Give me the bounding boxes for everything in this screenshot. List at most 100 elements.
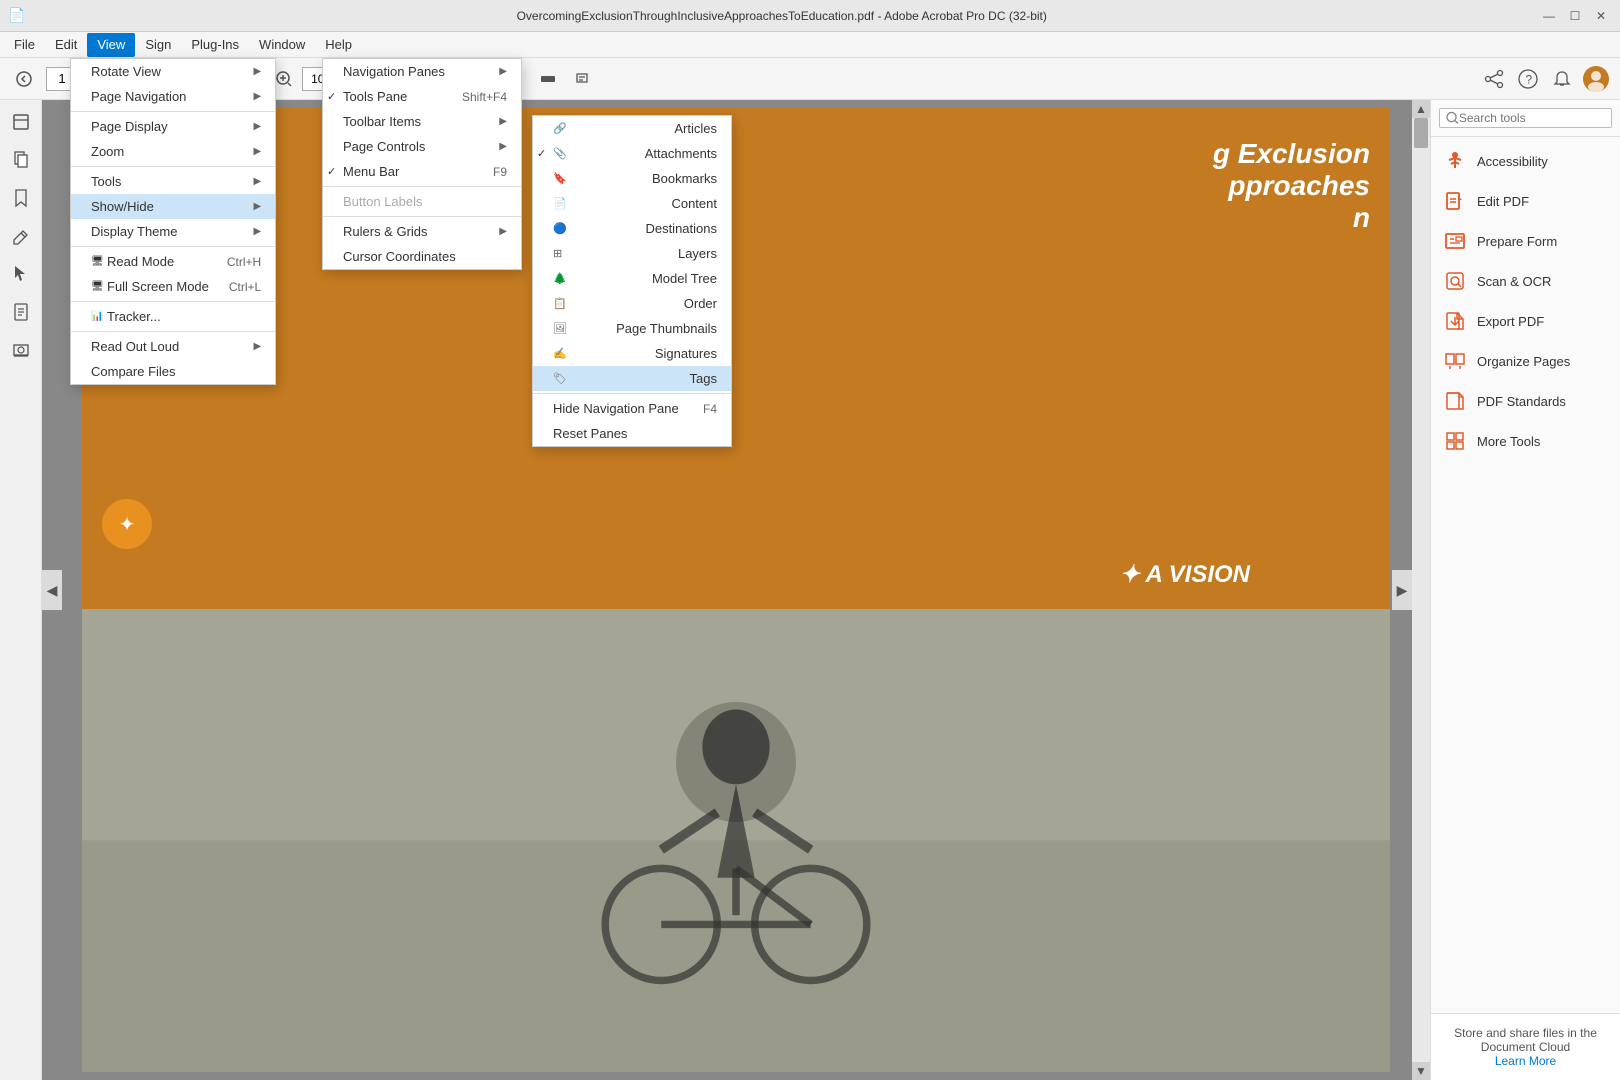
navpane-destinations[interactable]: 🔵 Destinations: [533, 216, 731, 241]
minimize-button[interactable]: —: [1538, 5, 1560, 27]
showhide-page-controls[interactable]: Page Controls ▶: [323, 134, 521, 159]
tool-organize-pages-label: Organize Pages: [1477, 354, 1570, 369]
left-sidebar: [0, 100, 42, 1080]
search-tools-input[interactable]: [1459, 111, 1605, 125]
pdf-bottom-section: [82, 609, 1390, 1072]
tool-edit-pdf[interactable]: Edit PDF: [1431, 181, 1620, 221]
navpane-model-tree[interactable]: 🌲 Model Tree: [533, 266, 731, 291]
footer-line2: Document Cloud: [1443, 1040, 1608, 1054]
view-menu-page-nav[interactable]: Page Navigation ▶: [71, 84, 275, 109]
menu-view[interactable]: View: [87, 33, 135, 57]
share-btn[interactable]: [1478, 63, 1510, 95]
view-menu-read-loud[interactable]: Read Out Loud ▶: [71, 334, 275, 359]
nav-arrow-left[interactable]: ◀: [42, 570, 62, 610]
showhide-tools-pane[interactable]: ✓ Tools Pane Shift+F4: [323, 84, 521, 109]
tool-edit-pdf-label: Edit PDF: [1477, 194, 1529, 209]
tool-scan-ocr[interactable]: Scan & OCR: [1431, 261, 1620, 301]
showhide-toolbar-items[interactable]: Toolbar Items ▶: [323, 109, 521, 134]
pdf-standards-icon: [1443, 389, 1467, 413]
arrow-icon: ▶: [254, 66, 262, 77]
menu-sep-2: [323, 216, 521, 217]
navpane-hide[interactable]: Hide Navigation Pane F4: [533, 396, 731, 421]
tool-more-tools[interactable]: More Tools: [1431, 421, 1620, 461]
prepare-form-icon: [1443, 229, 1467, 253]
notification-btn[interactable]: [1546, 63, 1578, 95]
nav-panes-menu: 🔗 Articles ✓ 📎 Attachments 🔖 Bookmarks 📄…: [532, 115, 732, 447]
title-bar: 📄 OvercomingExclusionThroughInclusiveApp…: [0, 0, 1620, 32]
navpane-content[interactable]: 📄 Content: [533, 191, 731, 216]
profile-btn[interactable]: [1580, 63, 1612, 95]
search-tools-wrapper[interactable]: [1439, 108, 1612, 128]
navpane-page-thumbnails[interactable]: 🖼 Page Thumbnails: [533, 316, 731, 341]
stamp-btn[interactable]: [566, 63, 598, 95]
menu-edit[interactable]: Edit: [45, 33, 87, 57]
view-menu-tools[interactable]: Tools ▶: [71, 169, 275, 194]
scroll-up-btn[interactable]: ▲: [1412, 100, 1430, 118]
view-menu-compare[interactable]: Compare Files: [71, 359, 275, 384]
navpane-tags[interactable]: 🏷 Tags: [533, 366, 731, 391]
view-menu-page-display[interactable]: Page Display ▶: [71, 114, 275, 139]
sidebar-doc-btn[interactable]: [3, 294, 39, 330]
shortcut-text: F9: [493, 165, 507, 179]
nav-arrow-right[interactable]: ▶: [1392, 570, 1412, 610]
scroll-thumb[interactable]: [1414, 118, 1428, 148]
sidebar-pages-btn[interactable]: [3, 142, 39, 178]
view-menu-rotate[interactable]: Rotate View ▶: [71, 59, 275, 84]
view-menu-fullscreen[interactable]: 🖥 Full Screen Mode Ctrl+L: [71, 274, 275, 299]
showhide-menu-bar[interactable]: ✓ Menu Bar F9: [323, 159, 521, 184]
menu-sign[interactable]: Sign: [135, 33, 181, 57]
menu-window[interactable]: Window: [249, 33, 315, 57]
shortcut-text: Ctrl+H: [227, 255, 261, 269]
tool-export-pdf[interactable]: Export PDF: [1431, 301, 1620, 341]
view-menu-display-theme[interactable]: Display Theme ▶: [71, 219, 275, 244]
shortcut-text: Shift+F4: [462, 90, 507, 104]
sidebar-cursor-btn[interactable]: [3, 256, 39, 292]
nav-sep: [533, 393, 731, 394]
tool-accessibility[interactable]: Accessibility: [1431, 141, 1620, 181]
menu-sep: [323, 186, 521, 187]
view-menu-zoom[interactable]: Zoom ▶: [71, 139, 275, 164]
navpane-bookmarks[interactable]: 🔖 Bookmarks: [533, 166, 731, 191]
learn-more-link[interactable]: Learn More: [1495, 1054, 1556, 1068]
navpane-reset[interactable]: Reset Panes: [533, 421, 731, 446]
show-hide-menu: Navigation Panes ▶ ✓ Tools Pane Shift+F4…: [322, 58, 522, 270]
building-icon: [1270, 509, 1350, 589]
sidebar-bookmarks-btn[interactable]: [3, 180, 39, 216]
check-icon: ✓: [537, 147, 546, 160]
pdf-page: g Exclusion pproaches n ✦: [82, 108, 1390, 1072]
pdf-title-line3: n: [1213, 202, 1370, 234]
redact-btn[interactable]: [532, 63, 564, 95]
scroll-bar[interactable]: [1412, 118, 1430, 1062]
page-back-btn[interactable]: [8, 63, 40, 95]
arrow-icon: ▶: [254, 91, 262, 102]
navpane-order[interactable]: 📋 Order: [533, 291, 731, 316]
help-btn[interactable]: ?: [1512, 63, 1544, 95]
navpane-attachments[interactable]: ✓ 📎 Attachments: [533, 141, 731, 166]
navpane-layers[interactable]: ⊞ Layers: [533, 241, 731, 266]
menu-help[interactable]: Help: [315, 33, 362, 57]
window-title: OvercomingExclusionThroughInclusiveAppro…: [25, 9, 1538, 23]
view-menu-show-hide[interactable]: Show/Hide ▶: [71, 194, 275, 219]
navpane-articles[interactable]: 🔗 Articles: [533, 116, 731, 141]
menu-file[interactable]: File: [4, 33, 45, 57]
menu-plugins[interactable]: Plug-Ins: [181, 33, 249, 57]
tool-organize-pages[interactable]: Organize Pages: [1431, 341, 1620, 381]
tool-pdf-standards-label: PDF Standards: [1477, 394, 1566, 409]
navpane-signatures[interactable]: ✍ Signatures: [533, 341, 731, 366]
showhide-rulers-grids[interactable]: Rulers & Grids ▶: [323, 219, 521, 244]
sidebar-edit-btn[interactable]: [3, 218, 39, 254]
tool-prepare-form[interactable]: Prepare Form: [1431, 221, 1620, 261]
showhide-cursor-coords[interactable]: Cursor Coordinates: [323, 244, 521, 269]
view-menu-read-mode[interactable]: 🖥 Read Mode Ctrl+H: [71, 249, 275, 274]
close-button[interactable]: ✕: [1590, 5, 1612, 27]
right-sidebar: Accessibility Edit PDF Prepare Form: [1430, 100, 1620, 1080]
showhide-nav-panes[interactable]: Navigation Panes ▶: [323, 59, 521, 84]
view-menu-tracker[interactable]: 📊 Tracker...: [71, 304, 275, 329]
sidebar-create-btn[interactable]: [3, 104, 39, 140]
scroll-down-btn[interactable]: ▼: [1412, 1062, 1430, 1080]
arrow-icon: ▶: [499, 116, 507, 127]
maximize-button[interactable]: ☐: [1564, 5, 1586, 27]
tool-pdf-standards[interactable]: PDF Standards: [1431, 381, 1620, 421]
sidebar-stamp-btn[interactable]: [3, 332, 39, 368]
search-tools-section: [1431, 100, 1620, 137]
